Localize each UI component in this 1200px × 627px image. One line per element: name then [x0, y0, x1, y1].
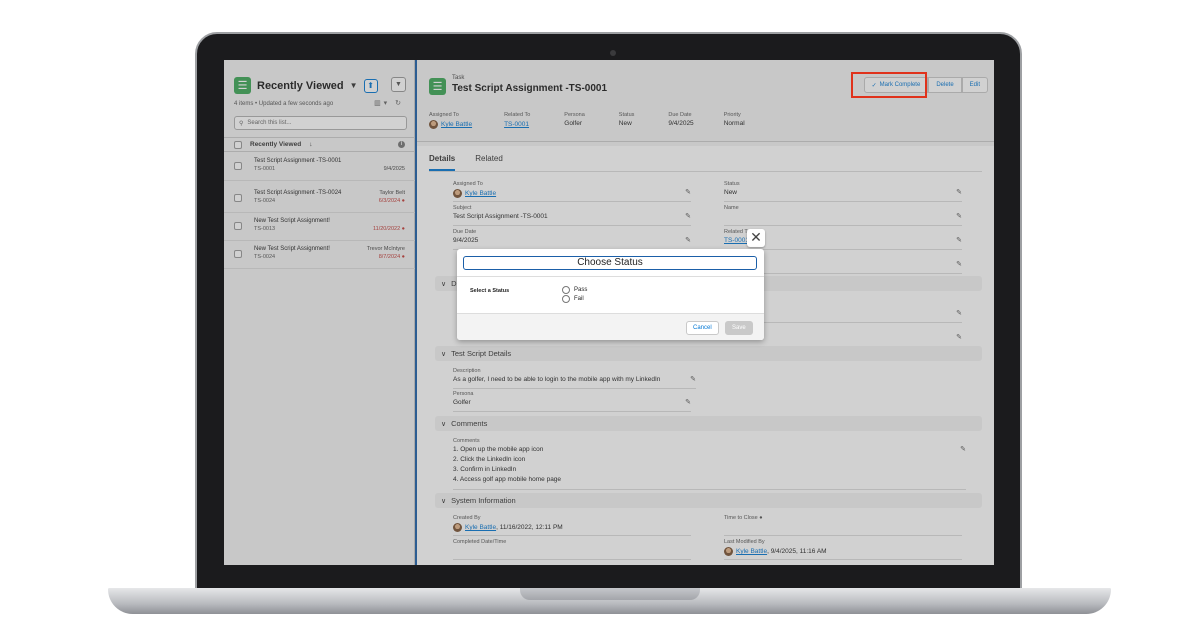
radio-fail[interactable]: Fail	[562, 295, 584, 303]
stage: ☰ Recently Viewed ▼ ⬆ ▼ 4 items • Update…	[0, 0, 1200, 627]
cancel-button[interactable]: Cancel	[686, 321, 719, 335]
save-button[interactable]: Save	[725, 321, 753, 335]
laptop-notch	[520, 588, 700, 600]
close-icon[interactable]: ✕	[747, 229, 765, 247]
select-status-label: Select a Status	[470, 288, 510, 294]
radio-pass[interactable]: Pass	[562, 286, 587, 294]
radio-button[interactable]	[562, 295, 570, 303]
camera	[610, 50, 616, 56]
modal-title: Choose Status	[463, 256, 757, 270]
choose-status-modal: Choose Status Select a Status Pass Fail …	[457, 249, 764, 340]
highlight-box	[851, 72, 927, 98]
radio-button[interactable]	[562, 286, 570, 294]
modal-footer: Cancel Save	[457, 313, 764, 340]
